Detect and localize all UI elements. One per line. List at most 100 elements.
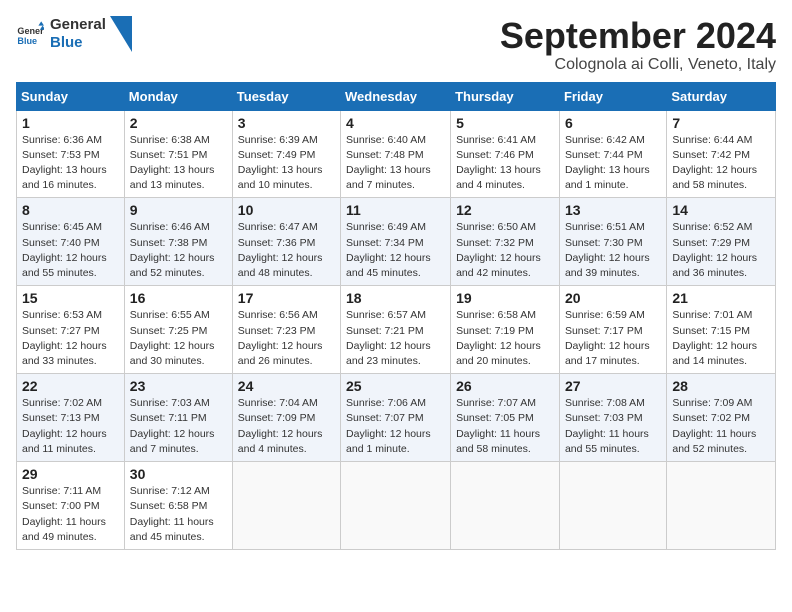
day-number: 21	[672, 290, 770, 306]
calendar-cell: 6Sunrise: 6:42 AM Sunset: 7:44 PM Daylig…	[559, 110, 666, 198]
day-info: Sunrise: 6:49 AM Sunset: 7:34 PM Dayligh…	[346, 220, 445, 281]
calendar-cell: 25 Sunrise: 7:06 AM Sunset: 7:07 PM Dayli…	[341, 374, 451, 462]
day-number: 22	[22, 378, 119, 394]
day-number: 9	[130, 202, 227, 218]
svg-text:General: General	[17, 26, 44, 36]
day-number: 10	[238, 202, 335, 218]
day-number: 20	[565, 290, 661, 306]
day-info: Sunrise: 6:56 AM Sunset: 7:23 PM Dayligh…	[238, 308, 335, 369]
day-number: 16	[130, 290, 227, 306]
calendar-cell: 9 Sunrise: 6:46 AM Sunset: 7:38 PM Daylig…	[124, 198, 232, 286]
month-title: September 2024	[500, 16, 776, 56]
day-number: 8	[22, 202, 119, 218]
day-info: Sunrise: 6:36 AM Sunset: 7:53 PM Dayligh…	[22, 133, 119, 194]
day-number: 7	[672, 115, 770, 131]
day-info: Sunrise: 6:39 AM Sunset: 7:49 PM Dayligh…	[238, 133, 335, 194]
calendar-cell	[232, 462, 340, 550]
day-number: 14	[672, 202, 770, 218]
day-info: Sunrise: 7:08 AM Sunset: 7:03 PM Dayligh…	[565, 396, 661, 457]
page-header: General Blue General Blue September 2024…	[16, 16, 776, 74]
calendar-cell: 16 Sunrise: 6:55 AM Sunset: 7:25 PM Dayli…	[124, 286, 232, 374]
calendar-cell: 27Sunrise: 7:08 AM Sunset: 7:03 PM Dayli…	[559, 374, 666, 462]
calendar-cell: 18Sunrise: 6:57 AM Sunset: 7:21 PM Dayli…	[341, 286, 451, 374]
weekday-header-monday: Monday	[124, 82, 232, 110]
day-info: Sunrise: 6:51 AM Sunset: 7:30 PM Dayligh…	[565, 220, 661, 281]
weekday-header-wednesday: Wednesday	[341, 82, 451, 110]
calendar-cell: 30 Sunrise: 7:12 AM Sunset: 6:58 PM Dayli…	[124, 462, 232, 550]
day-info: Sunrise: 7:03 AM Sunset: 7:11 PM Dayligh…	[130, 396, 227, 457]
day-info: Sunrise: 7:12 AM Sunset: 6:58 PM Dayligh…	[130, 484, 227, 545]
weekday-header-thursday: Thursday	[451, 82, 560, 110]
day-info: Sunrise: 7:07 AM Sunset: 7:05 PM Dayligh…	[456, 396, 554, 457]
logo-arrow-icon	[110, 16, 132, 52]
calendar-cell: 8 Sunrise: 6:45 AM Sunset: 7:40 PM Daylig…	[17, 198, 125, 286]
day-info: Sunrise: 7:06 AM Sunset: 7:07 PM Dayligh…	[346, 396, 445, 457]
day-info: Sunrise: 6:53 AM Sunset: 7:27 PM Dayligh…	[22, 308, 119, 369]
calendar-cell: 2 Sunrise: 6:38 AM Sunset: 7:51 PM Daylig…	[124, 110, 232, 198]
day-info: Sunrise: 6:50 AM Sunset: 7:32 PM Dayligh…	[456, 220, 554, 281]
day-number: 11	[346, 202, 445, 218]
day-number: 13	[565, 202, 661, 218]
day-info: Sunrise: 7:02 AM Sunset: 7:13 PM Dayligh…	[22, 396, 119, 457]
day-info: Sunrise: 6:47 AM Sunset: 7:36 PM Dayligh…	[238, 220, 335, 281]
calendar-cell: 23 Sunrise: 7:03 AM Sunset: 7:11 PM Dayli…	[124, 374, 232, 462]
calendar-cell: 1 Sunrise: 6:36 AM Sunset: 7:53 PM Daylig…	[17, 110, 125, 198]
day-info: Sunrise: 6:55 AM Sunset: 7:25 PM Dayligh…	[130, 308, 227, 369]
logo: General Blue General Blue	[16, 16, 132, 52]
calendar-cell: 20 Sunrise: 6:59 AM Sunset: 7:17 PM Dayli…	[559, 286, 666, 374]
day-number: 24	[238, 378, 335, 394]
day-number: 17	[238, 290, 335, 306]
day-info: Sunrise: 6:46 AM Sunset: 7:38 PM Dayligh…	[130, 220, 227, 281]
calendar-cell: 17 Sunrise: 6:56 AM Sunset: 7:23 PM Dayli…	[232, 286, 340, 374]
calendar-cell: 28 Sunrise: 7:09 AM Sunset: 7:02 PM Dayli…	[667, 374, 776, 462]
calendar-cell: 21 Sunrise: 7:01 AM Sunset: 7:15 PM Dayli…	[667, 286, 776, 374]
day-number: 26	[456, 378, 554, 394]
day-number: 5	[456, 115, 554, 131]
calendar-cell: 22 Sunrise: 7:02 AM Sunset: 7:13 PM Dayli…	[17, 374, 125, 462]
calendar-cell: 5 Sunrise: 6:41 AM Sunset: 7:46 PM Daylig…	[451, 110, 560, 198]
day-number: 2	[130, 115, 227, 131]
day-number: 30	[130, 466, 227, 482]
day-number: 4	[346, 115, 445, 131]
location-title: Colognola ai Colli, Veneto, Italy	[500, 56, 776, 74]
calendar-cell: 14Sunrise: 6:52 AM Sunset: 7:29 PM Dayli…	[667, 198, 776, 286]
calendar-cell: 26 Sunrise: 7:07 AM Sunset: 7:05 PM Dayli…	[451, 374, 560, 462]
calendar-cell: 24Sunrise: 7:04 AM Sunset: 7:09 PM Dayli…	[232, 374, 340, 462]
calendar-cell: 10 Sunrise: 6:47 AM Sunset: 7:36 PM Dayli…	[232, 198, 340, 286]
day-number: 23	[130, 378, 227, 394]
day-info: Sunrise: 6:57 AM Sunset: 7:21 PM Dayligh…	[346, 308, 445, 369]
calendar-cell: 7 Sunrise: 6:44 AM Sunset: 7:42 PM Daylig…	[667, 110, 776, 198]
day-number: 15	[22, 290, 119, 306]
logo-line2: Blue	[50, 34, 106, 52]
day-number: 29	[22, 466, 119, 482]
calendar-cell	[559, 462, 666, 550]
svg-text:Blue: Blue	[17, 36, 37, 46]
day-info: Sunrise: 7:11 AM Sunset: 7:00 PM Dayligh…	[22, 484, 119, 545]
day-info: Sunrise: 7:09 AM Sunset: 7:02 PM Dayligh…	[672, 396, 770, 457]
calendar-cell: 13 Sunrise: 6:51 AM Sunset: 7:30 PM Dayli…	[559, 198, 666, 286]
day-number: 6	[565, 115, 661, 131]
weekday-header-friday: Friday	[559, 82, 666, 110]
day-info: Sunrise: 6:38 AM Sunset: 7:51 PM Dayligh…	[130, 133, 227, 194]
day-number: 28	[672, 378, 770, 394]
day-info: Sunrise: 6:45 AM Sunset: 7:40 PM Dayligh…	[22, 220, 119, 281]
day-info: Sunrise: 6:58 AM Sunset: 7:19 PM Dayligh…	[456, 308, 554, 369]
day-number: 25	[346, 378, 445, 394]
calendar-cell: 12Sunrise: 6:50 AM Sunset: 7:32 PM Dayli…	[451, 198, 560, 286]
day-number: 3	[238, 115, 335, 131]
day-info: Sunrise: 6:40 AM Sunset: 7:48 PM Dayligh…	[346, 133, 445, 194]
logo-icon: General Blue	[16, 20, 44, 48]
weekday-header-saturday: Saturday	[667, 82, 776, 110]
day-info: Sunrise: 6:59 AM Sunset: 7:17 PM Dayligh…	[565, 308, 661, 369]
day-info: Sunrise: 6:41 AM Sunset: 7:46 PM Dayligh…	[456, 133, 554, 194]
day-info: Sunrise: 6:44 AM Sunset: 7:42 PM Dayligh…	[672, 133, 770, 194]
calendar-cell	[341, 462, 451, 550]
calendar-cell	[451, 462, 560, 550]
day-number: 1	[22, 115, 119, 131]
calendar-cell: 19Sunrise: 6:58 AM Sunset: 7:19 PM Dayli…	[451, 286, 560, 374]
calendar-cell: 15 Sunrise: 6:53 AM Sunset: 7:27 PM Dayli…	[17, 286, 125, 374]
calendar-cell: 3 Sunrise: 6:39 AM Sunset: 7:49 PM Daylig…	[232, 110, 340, 198]
day-info: Sunrise: 7:01 AM Sunset: 7:15 PM Dayligh…	[672, 308, 770, 369]
logo-line1: General	[50, 16, 106, 34]
calendar-table: SundayMondayTuesdayWednesdayThursdayFrid…	[16, 82, 776, 550]
